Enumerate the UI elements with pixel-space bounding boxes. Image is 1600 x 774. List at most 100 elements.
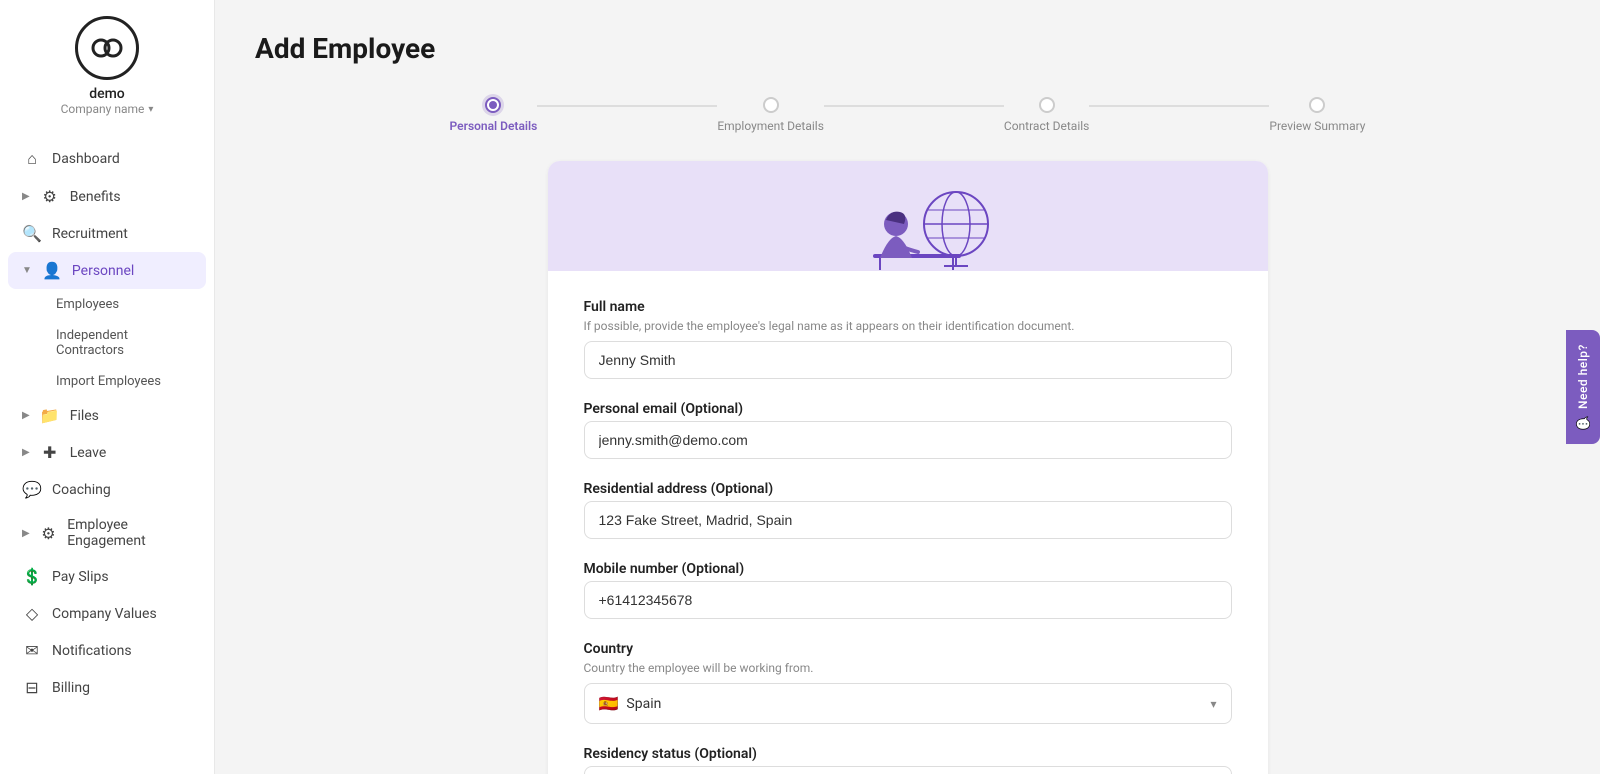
sidebar-item-label: Employee Engagement xyxy=(67,517,192,549)
need-help-button[interactable]: 💬 Need help? xyxy=(1566,330,1600,444)
sidebar-item-label: Recruitment xyxy=(52,226,128,242)
sidebar-item-label: Personnel xyxy=(72,263,134,279)
sidebar-item-leave[interactable]: ▶ ✚ Leave xyxy=(8,434,206,471)
personal-email-group: Personal email (Optional) xyxy=(584,401,1232,459)
full-name-hint: If possible, provide the employee's lega… xyxy=(584,319,1232,333)
sidebar-item-company-values[interactable]: ◇ Company Values xyxy=(8,595,206,632)
sidebar: demo Company name ⌂ Dashboard ▶ ⚙ Benefi… xyxy=(0,0,215,774)
step-circle-3 xyxy=(1039,97,1055,113)
country-name: Spain xyxy=(626,696,661,712)
full-name-input[interactable] xyxy=(584,341,1232,379)
sidebar-item-label: Notifications xyxy=(52,643,132,659)
sidebar-subitem-label: Independent Contractors xyxy=(56,328,192,358)
country-label: Country xyxy=(584,641,1232,657)
sidebar-item-dashboard[interactable]: ⌂ Dashboard xyxy=(8,140,206,178)
sidebar-item-pay-slips[interactable]: 💲 Pay Slips xyxy=(8,558,206,595)
personal-email-label: Personal email (Optional) xyxy=(584,401,1232,417)
need-help-label: Need help? xyxy=(1576,344,1590,409)
form-banner xyxy=(548,161,1268,271)
step-line-3 xyxy=(1089,105,1269,107)
residency-status-select[interactable]: Citizen ▾ xyxy=(584,766,1232,774)
country-group: Country Country the employee will be wor… xyxy=(584,641,1232,724)
personnel-submenu: Employees Independent Contractors Import… xyxy=(8,289,206,397)
step-employment-details: Employment Details xyxy=(717,97,824,133)
chat-icon: 💬 xyxy=(1576,415,1590,430)
sidebar-item-label: Files xyxy=(70,408,99,424)
logo-icon xyxy=(75,16,139,80)
sidebar-nav: ⌂ Dashboard ▶ ⚙ Benefits 🔍 Recruitment ▼… xyxy=(0,140,214,706)
sidebar-subitem-label: Employees xyxy=(56,297,119,312)
stepper: Personal Details Employment Details Cont… xyxy=(255,97,1560,133)
step-circle-4 xyxy=(1309,97,1325,113)
personal-email-input[interactable] xyxy=(584,421,1232,459)
sidebar-item-label: Billing xyxy=(52,680,90,696)
sidebar-item-employees[interactable]: Employees xyxy=(42,289,206,320)
residency-status-group: Residency status (Optional) Citizen ▾ Le… xyxy=(584,746,1232,774)
residency-status-label: Residency status (Optional) xyxy=(584,746,1232,762)
country-flag: 🇪🇸 xyxy=(599,694,619,713)
sidebar-item-notifications[interactable]: ✉ Notifications xyxy=(8,632,206,669)
sidebar-item-label: Coaching xyxy=(52,482,111,498)
chevron-down-icon: ▾ xyxy=(1210,697,1216,711)
residential-address-label: Residential address (Optional) xyxy=(584,481,1232,497)
sidebar-item-files[interactable]: ▶ 📁 Files xyxy=(8,397,206,434)
step-circle-1 xyxy=(485,97,501,113)
full-name-label: Full name xyxy=(584,299,1232,315)
sidebar-item-employee-engagement[interactable]: ▶ ⚙ Employee Engagement xyxy=(8,508,206,558)
sidebar-item-billing[interactable]: ⊟ Billing xyxy=(8,669,206,706)
step-contract-details: Contract Details xyxy=(1004,97,1089,133)
sidebar-item-recruitment[interactable]: 🔍 Recruitment xyxy=(8,215,206,252)
step-personal-details: Personal Details xyxy=(450,97,538,133)
sidebar-item-personnel[interactable]: ▼ 👤 Personnel xyxy=(8,252,206,289)
benefits-icon: ⚙ xyxy=(40,187,60,206)
search-icon: 🔍 xyxy=(22,224,42,243)
form-body: Full name If possible, provide the emplo… xyxy=(548,271,1268,774)
form-card: Full name If possible, provide the emplo… xyxy=(548,161,1268,774)
residential-address-input[interactable] xyxy=(584,501,1232,539)
step-preview-summary: Preview Summary xyxy=(1269,97,1365,133)
sidebar-item-benefits[interactable]: ▶ ⚙ Benefits xyxy=(8,178,206,215)
leave-icon: ✚ xyxy=(40,443,60,462)
sidebar-item-label: Company Values xyxy=(52,606,157,622)
values-icon: ◇ xyxy=(22,604,42,623)
mobile-number-input[interactable] xyxy=(584,581,1232,619)
country-select[interactable]: 🇪🇸 Spain ▾ xyxy=(584,683,1232,724)
company-username: demo xyxy=(89,86,125,102)
files-icon: 📁 xyxy=(40,406,60,425)
sidebar-item-coaching[interactable]: 💬 Coaching xyxy=(8,471,206,508)
step-label-4: Preview Summary xyxy=(1269,119,1365,133)
chevron-down-icon: ▼ xyxy=(22,265,32,276)
mobile-number-label: Mobile number (Optional) xyxy=(584,561,1232,577)
step-label-1: Personal Details xyxy=(450,119,538,133)
country-select-value: 🇪🇸 Spain xyxy=(599,694,662,713)
chevron-right-icon: ▶ xyxy=(22,191,30,202)
billing-icon: ⊟ xyxy=(22,678,42,697)
home-icon: ⌂ xyxy=(22,149,42,169)
country-hint: Country the employee will be working fro… xyxy=(584,661,1232,675)
sidebar-item-import-employees[interactable]: Import Employees xyxy=(42,366,206,397)
sidebar-subitem-label: Import Employees xyxy=(56,374,161,389)
chevron-right-icon: ▶ xyxy=(22,528,30,539)
engagement-icon: ⚙ xyxy=(40,524,57,543)
step-label-3: Contract Details xyxy=(1004,119,1089,133)
logo-wrapper: demo Company name xyxy=(61,16,154,116)
residential-address-group: Residential address (Optional) xyxy=(584,481,1232,539)
page-title: Add Employee xyxy=(255,32,1560,65)
personnel-icon: 👤 xyxy=(42,261,62,280)
step-line-2 xyxy=(824,105,1004,107)
payslips-icon: 💲 xyxy=(22,567,42,586)
full-name-group: Full name If possible, provide the emplo… xyxy=(584,299,1232,379)
mobile-number-group: Mobile number (Optional) xyxy=(584,561,1232,619)
coaching-icon: 💬 xyxy=(22,480,42,499)
sidebar-item-label: Pay Slips xyxy=(52,569,109,585)
chevron-right-icon: ▶ xyxy=(22,447,30,458)
sidebar-item-independent-contractors[interactable]: Independent Contractors xyxy=(42,320,206,366)
sidebar-item-label: Leave xyxy=(70,445,107,461)
step-circle-2 xyxy=(763,97,779,113)
sidebar-item-label: Benefits xyxy=(70,189,121,205)
notifications-icon: ✉ xyxy=(22,641,42,660)
sidebar-item-label: Dashboard xyxy=(52,151,120,167)
banner-illustration xyxy=(808,166,1008,271)
company-name-dropdown[interactable]: Company name xyxy=(61,102,154,116)
step-line-1 xyxy=(537,105,717,107)
